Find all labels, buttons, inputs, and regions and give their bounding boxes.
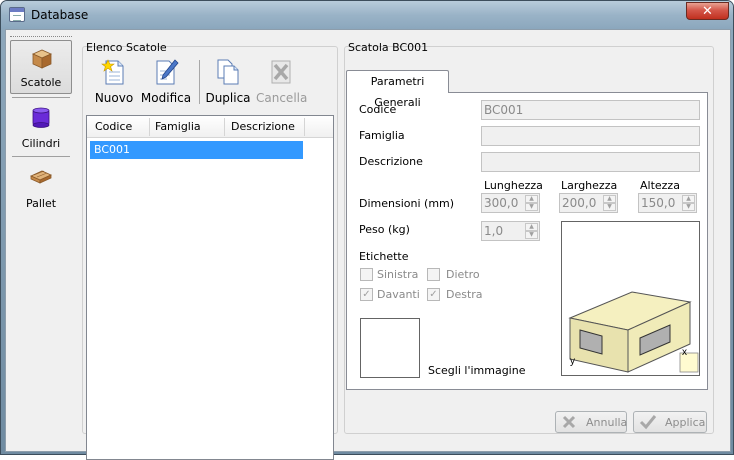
cancel-button[interactable]: Annulla [555,411,627,433]
label-back-checkbox[interactable] [427,268,440,281]
height-stepper[interactable]: 150,0 ▲ ▼ [638,193,697,213]
spin-down-icon[interactable]: ▼ [525,231,538,239]
spin-down-icon[interactable]: ▼ [603,203,616,211]
length-label: Lunghezza [484,179,543,192]
cancel-label: Annulla [586,416,628,429]
length-stepper[interactable]: 300,0 ▲ ▼ [481,193,540,213]
box-details-title: Scatola BC001 [348,41,429,54]
dimensions-label: Dimensioni (mm) [359,197,455,210]
nav-item-label: Scatole [20,76,62,89]
spin-up-icon[interactable]: ▲ [525,195,538,203]
weight-value: 1,0 [484,224,504,238]
cylinder-icon [32,107,50,128]
delete-label: Cancella [256,91,308,105]
spin-down-icon[interactable]: ▼ [682,203,695,211]
apply-check-icon [639,415,657,430]
apply-button[interactable]: Applica [633,411,707,433]
edit-document-icon [156,59,179,85]
description-field[interactable] [481,152,700,172]
code-field[interactable]: BC001 [481,100,700,120]
labels-title: Etichette [359,250,409,263]
delete-button[interactable]: Cancella [256,58,308,108]
column-divider [304,118,305,136]
spin-up-icon[interactable]: ▲ [525,223,538,231]
list-header: Codice Famiglia Descrizione [87,116,333,138]
weight-label: Peso (kg) [359,223,410,236]
box-3d-preview: y x [568,291,699,373]
box-preview: y x [561,221,700,376]
label-right-text: Destra [446,288,483,301]
spin-up-icon[interactable]: ▲ [603,195,616,203]
axis-y-label: y [570,356,575,367]
edit-button[interactable]: Modifica [140,58,192,108]
list-item-code: BC001 [94,143,131,156]
list-item[interactable]: BC001 [90,141,303,159]
column-header-description[interactable]: Descrizione [231,120,295,142]
database-app-icon [9,7,25,22]
delete-icon [271,60,291,84]
box-list[interactable]: Codice Famiglia Descrizione BC001 [86,115,334,460]
box-icon [32,49,52,69]
weight-stepper[interactable]: 1,0 ▲ ▼ [481,221,540,241]
column-divider [149,118,150,136]
close-button[interactable]: ✕ [686,2,729,20]
family-field[interactable] [481,126,700,146]
column-header-family[interactable]: Famiglia [155,120,201,142]
nav-item-pallet[interactable]: Pallet [10,160,72,214]
label-right-checkbox[interactable]: ✓ [427,288,440,301]
code-label: Codice [359,103,397,116]
nav-item-label: Cilindri [21,137,61,150]
length-value: 300,0 [484,196,519,210]
width-value: 200,0 [562,196,597,210]
box-list-title: Elenco Scatole [86,41,167,54]
new-document-icon [101,59,124,85]
label-left-text: Sinistra [377,268,419,281]
description-label: Descrizione [359,155,423,168]
tab-general-parameters[interactable]: Parametri Generali [346,70,449,109]
width-label: Larghezza [561,179,618,192]
duplicate-icon [217,59,239,85]
window: Database ✕ Scatole Cilindri Pallet Elenc… [0,0,734,460]
duplicate-button[interactable]: Duplica [204,58,252,108]
nav-bar: Scatole Cilindri Pallet [8,34,74,448]
new-button[interactable]: Nuovo [94,58,134,108]
window-title: Database [31,8,89,22]
choose-image-link[interactable]: Scegli l'immagine [428,364,525,377]
image-box[interactable] [360,318,420,378]
apply-label: Applica [665,416,706,429]
height-label: Altezza [640,179,680,192]
label-back-text: Dietro [446,268,480,281]
height-value: 150,0 [641,196,676,210]
title-bar[interactable]: Database ✕ [1,1,733,29]
nav-item-scatole[interactable]: Scatole [10,40,72,94]
column-header-code[interactable]: Codice [95,120,132,142]
nav-divider [12,156,70,157]
duplicate-label: Duplica [205,91,251,105]
width-stepper[interactable]: 200,0 ▲ ▼ [559,193,618,213]
edit-label: Modifica [140,91,192,105]
nav-divider [12,97,70,98]
toolbar-separator [199,60,200,104]
cancel-x-icon [562,415,576,429]
family-label: Famiglia [359,129,405,142]
spin-down-icon[interactable]: ▼ [525,203,538,211]
nav-item-label: Pallet [25,197,57,210]
client-area: Scatole Cilindri Pallet Elenco Scatole N… [5,29,731,460]
nav-item-cilindri[interactable]: Cilindri [10,100,72,154]
nav-grip [10,36,72,38]
label-front-text: Davanti [377,288,420,301]
spin-up-icon[interactable]: ▲ [682,195,695,203]
column-divider [224,118,225,136]
new-label: Nuovo [94,91,134,105]
label-left-checkbox[interactable] [360,268,373,281]
label-front-checkbox[interactable]: ✓ [360,288,373,301]
pallet-icon [30,170,52,184]
axis-x-label: x [682,347,687,358]
